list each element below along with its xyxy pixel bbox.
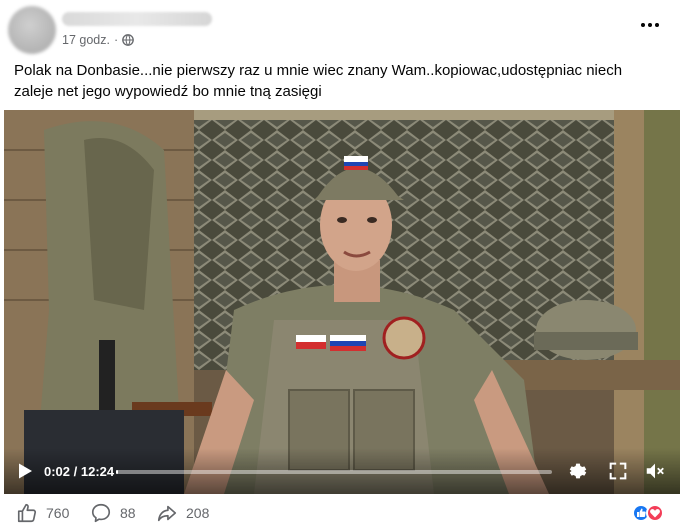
post-actions: 760 88 208 [0, 494, 680, 532]
video-progress-bar[interactable] [116, 470, 552, 474]
like-count: 760 [46, 505, 70, 521]
facebook-post: 17 godz. · Polak na Donbasie...nie pierw… [0, 0, 680, 532]
share-icon [157, 505, 177, 522]
settings-icon[interactable] [567, 460, 589, 482]
like-button[interactable]: 760 [16, 502, 69, 524]
post-meta: 17 godz. · [62, 33, 134, 47]
post-timestamp[interactable]: 17 godz. [62, 33, 110, 47]
video-frame [4, 110, 680, 494]
fullscreen-icon[interactable] [607, 460, 629, 482]
post-text: Polak na Donbasie...nie pierwszy raz u m… [14, 62, 623, 100]
comment-icon [91, 503, 111, 523]
video-progress-fill [116, 470, 119, 474]
meta-separator: · [113, 33, 119, 47]
comment-button[interactable]: 88 [90, 502, 136, 524]
video-player[interactable]: 0:02 / 12:24 [4, 110, 680, 494]
reaction-summary[interactable] [632, 504, 668, 524]
author-name-redacted[interactable] [62, 12, 212, 26]
avatar[interactable] [8, 6, 56, 54]
share-button[interactable]: 208 [156, 502, 209, 524]
video-controls: 0:02 / 12:24 [4, 448, 680, 494]
video-time: 0:02 / 12:24 [44, 464, 115, 479]
share-count: 208 [186, 505, 210, 521]
play-icon[interactable] [16, 462, 34, 480]
comment-count: 88 [120, 505, 136, 521]
more-options-button[interactable] [638, 18, 662, 32]
mute-icon[interactable] [644, 460, 666, 482]
thumbs-up-icon [17, 503, 37, 523]
love-reaction-icon [646, 504, 664, 522]
globe-icon[interactable] [122, 34, 134, 46]
